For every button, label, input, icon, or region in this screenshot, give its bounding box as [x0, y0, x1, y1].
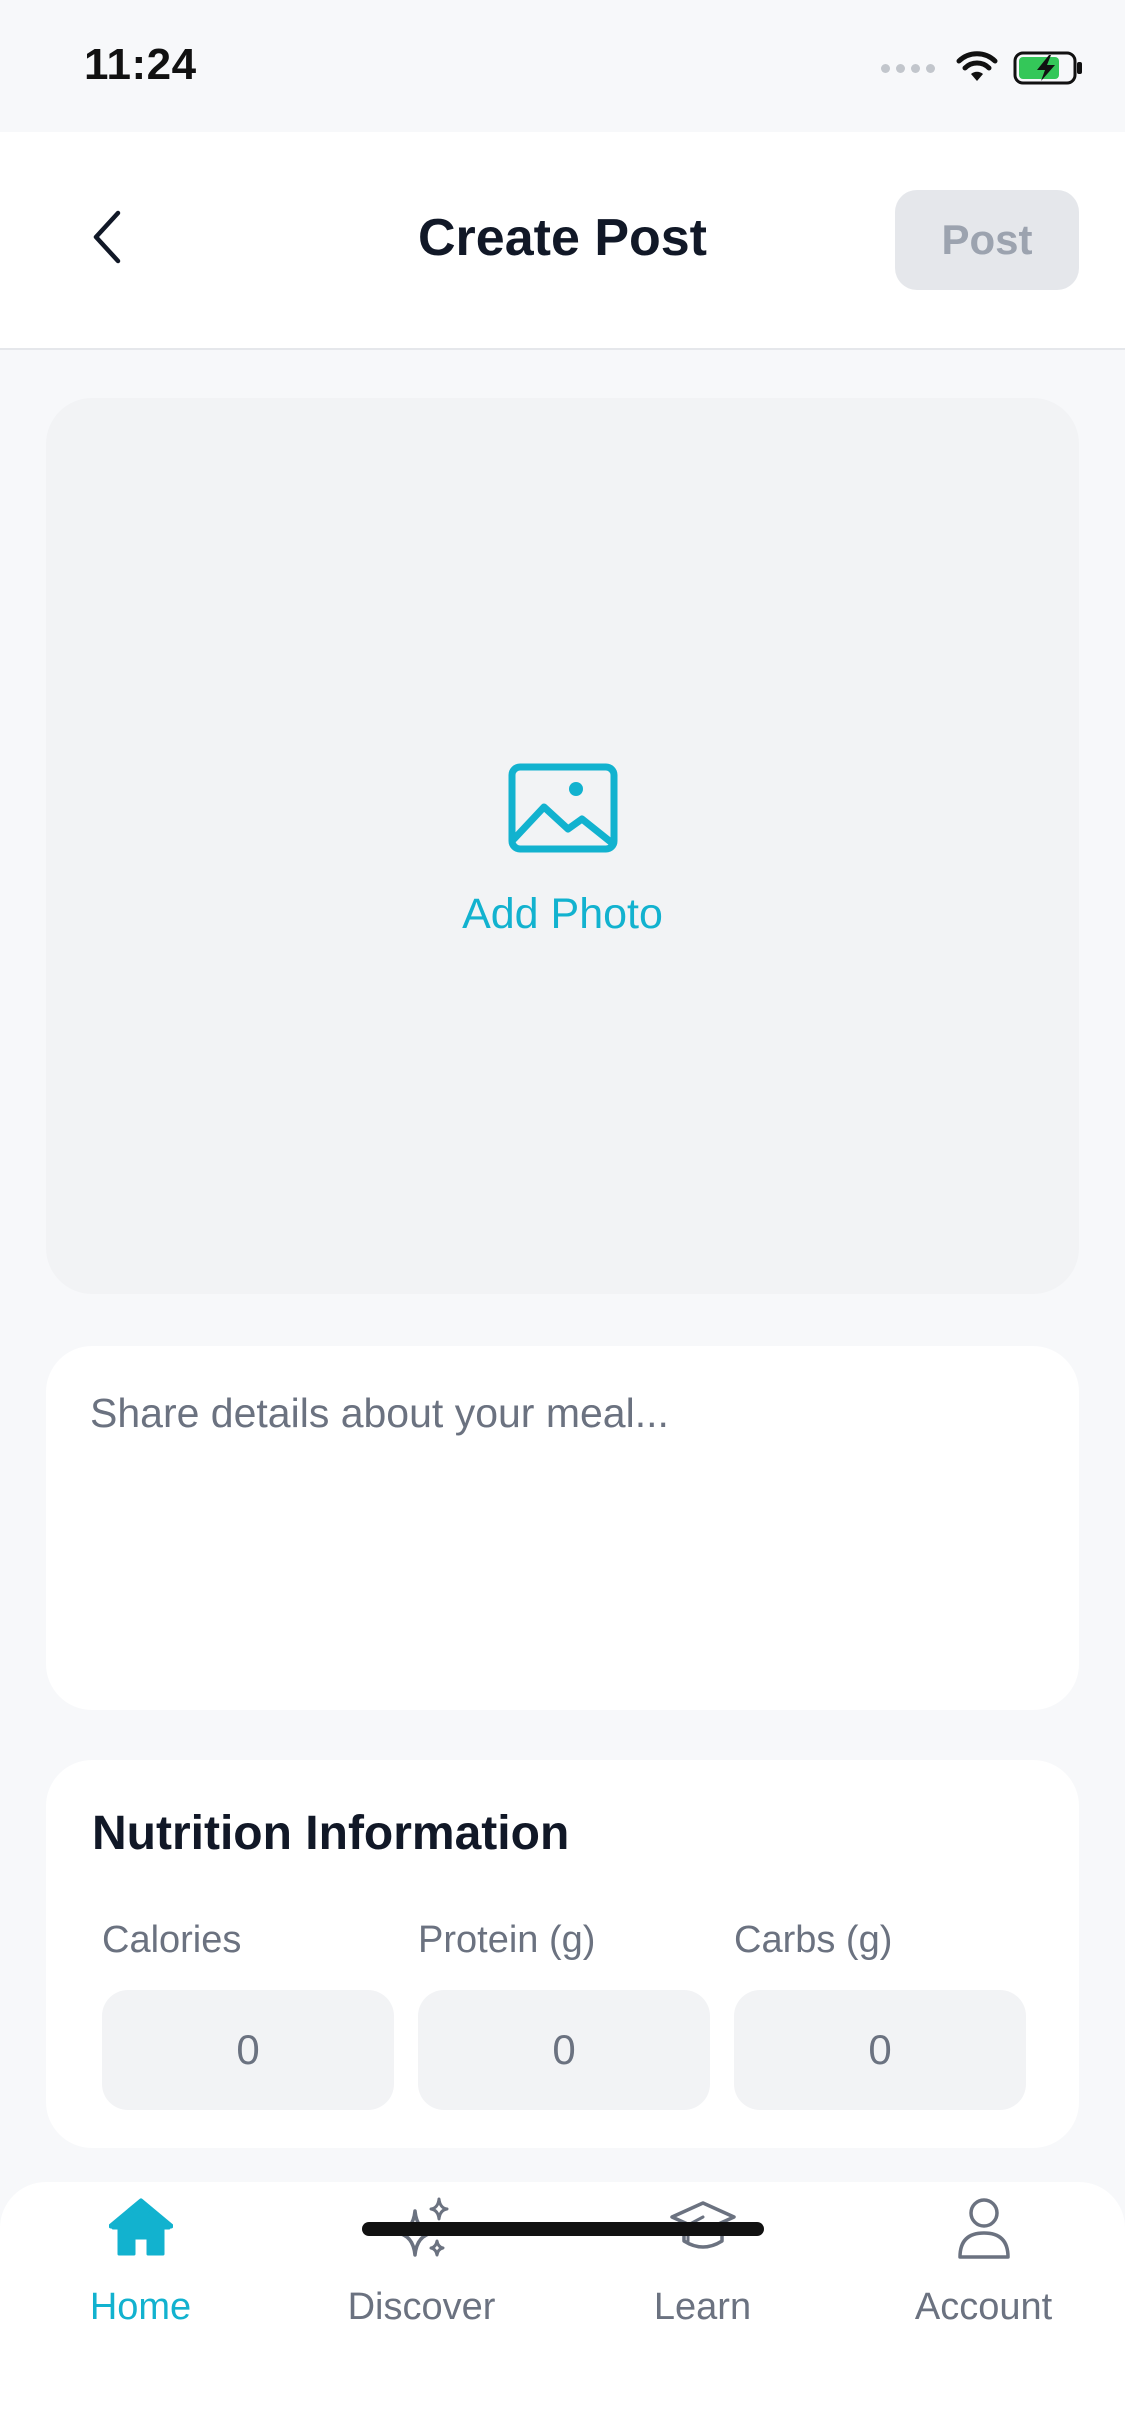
header: Create Post Post: [0, 132, 1125, 350]
image-icon: [508, 763, 617, 853]
tab-home[interactable]: Home: [0, 2182, 281, 2382]
protein-field: Protein (g): [418, 1912, 710, 2110]
nutrition-title: Nutrition Information: [92, 1807, 570, 1860]
post-button[interactable]: Post: [895, 190, 1079, 290]
home-icon: [105, 2192, 177, 2264]
protein-label: Protein (g): [418, 1919, 596, 1961]
nutrition-card: Nutrition Information Calories Protein (…: [46, 1760, 1079, 2148]
meal-description-input[interactable]: [90, 1390, 1030, 1670]
carbs-input[interactable]: [734, 1990, 1026, 2110]
tab-account-label: Account: [914, 2286, 1053, 2328]
tab-home-label: Home: [89, 2286, 192, 2328]
status-bar: 11:24: [0, 0, 1125, 132]
status-icons: [881, 50, 1085, 86]
description-card: [46, 1346, 1079, 1710]
tab-discover[interactable]: Discover: [281, 2182, 562, 2382]
add-photo-label: Add Photo: [462, 890, 663, 938]
calories-label: Calories: [102, 1919, 242, 1961]
calories-field: Calories: [102, 1912, 394, 2110]
status-time: 11:24: [84, 40, 197, 89]
tab-learn-label: Learn: [653, 2286, 752, 2328]
bottom-tab-bar: Home Discover Learn Account: [0, 2182, 1125, 2436]
carbs-field: Carbs (g): [734, 1912, 1026, 2110]
wifi-icon: [956, 51, 998, 81]
add-photo-area[interactable]: Add Photo: [46, 398, 1079, 1294]
calories-input[interactable]: [102, 1990, 394, 2110]
cellular-signal-icon: [881, 63, 935, 73]
nutrition-fields: Calories Protein (g) Carbs (g): [102, 1912, 1026, 2110]
tab-account[interactable]: Account: [843, 2182, 1124, 2382]
tab-discover-label: Discover: [347, 2286, 496, 2328]
user-icon: [948, 2192, 1020, 2264]
battery-charging-icon: [1013, 51, 1082, 85]
home-indicator: [362, 2222, 764, 2236]
carbs-label: Carbs (g): [734, 1919, 893, 1961]
protein-input[interactable]: [418, 1990, 710, 2110]
tab-learn[interactable]: Learn: [562, 2182, 843, 2382]
